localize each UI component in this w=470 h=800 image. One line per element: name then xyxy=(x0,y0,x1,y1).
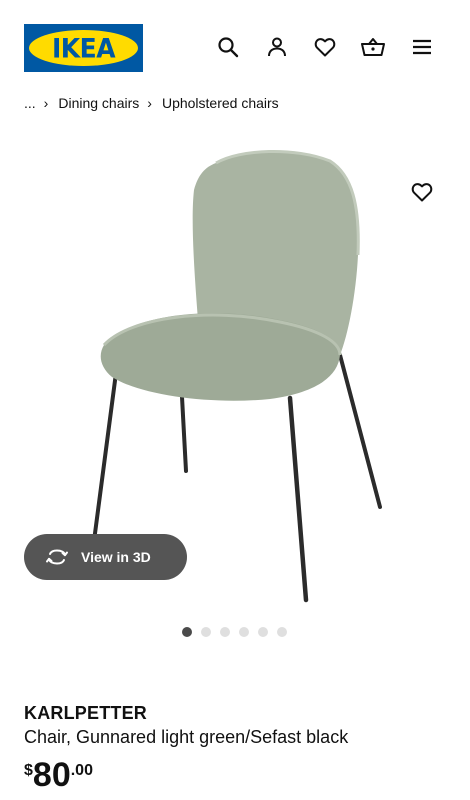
breadcrumb-separator: › xyxy=(147,95,152,111)
add-to-favourites-heart-icon[interactable] xyxy=(406,176,438,208)
product-name: KARLPETTER xyxy=(24,703,147,723)
price-integer: 80 xyxy=(32,756,71,794)
product-price: $ 80 .00 xyxy=(24,758,93,792)
ikea-logo[interactable]: IKEA xyxy=(24,24,143,72)
pagination-dot[interactable] xyxy=(239,627,249,637)
breadcrumb-dining-chairs[interactable]: Dining chairs xyxy=(58,95,139,111)
heart-icon[interactable] xyxy=(311,33,339,61)
pagination-dot[interactable] xyxy=(220,627,230,637)
pagination-dot[interactable] xyxy=(258,627,268,637)
basket-icon[interactable] xyxy=(359,33,387,61)
header: IKEA xyxy=(0,0,470,90)
breadcrumb-separator: › xyxy=(43,95,49,111)
breadcrumb: ... › Dining chairs › Upholstered chairs xyxy=(24,93,279,113)
price-decimal: .00 xyxy=(70,762,93,779)
view-in-3d-label: View in 3D xyxy=(81,549,151,565)
breadcrumb-upholstered-chairs[interactable]: Upholstered chairs xyxy=(162,95,279,111)
menu-icon[interactable] xyxy=(408,33,436,61)
logo-oval: IKEA xyxy=(29,30,138,66)
image-pagination-dots xyxy=(182,627,287,637)
logo-text: IKEA xyxy=(51,32,116,64)
price-currency: $ xyxy=(24,762,33,779)
pagination-dot[interactable] xyxy=(277,627,287,637)
user-icon[interactable] xyxy=(263,33,291,61)
pagination-dot[interactable] xyxy=(182,627,192,637)
search-icon[interactable] xyxy=(214,33,242,61)
breadcrumb-ellipsis[interactable]: ... xyxy=(24,95,36,111)
view-in-3d-button[interactable]: View in 3D xyxy=(24,534,187,580)
product-description: Chair, Gunnared light green/Sefast black xyxy=(24,727,349,747)
rotate-3d-icon xyxy=(45,545,69,569)
pagination-dot[interactable] xyxy=(201,627,211,637)
